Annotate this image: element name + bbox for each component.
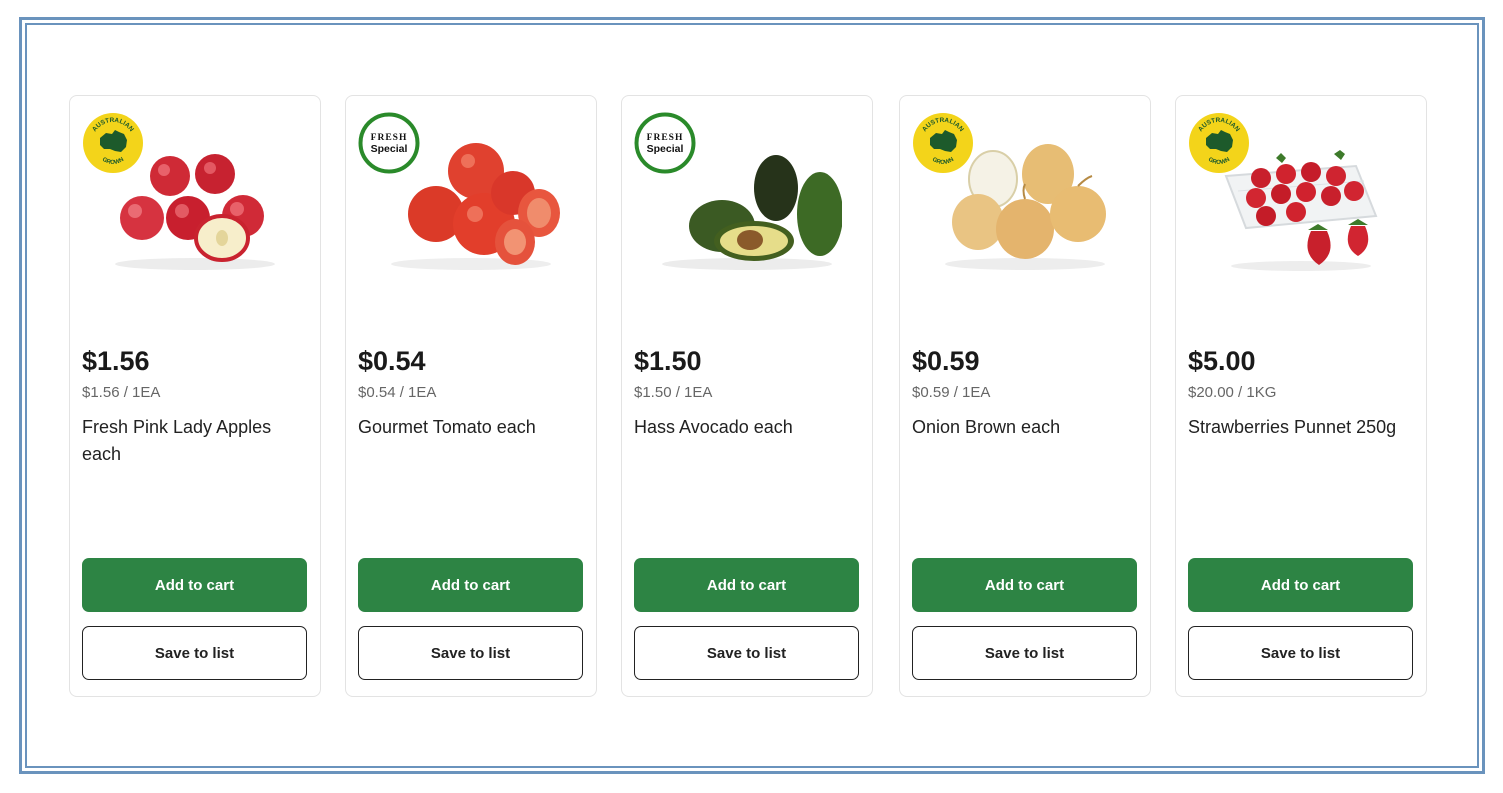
add-to-cart-button[interactable]: Add to cart: [912, 558, 1137, 612]
unit-price: $0.59 / 1EA: [912, 384, 991, 401]
unit-price: $20.00 / 1KG: [1188, 384, 1277, 401]
product-card[interactable]: AUSTRALIAN GROWN $5.00 $20.00 / 1KG Stra…: [1175, 95, 1427, 697]
product-price: $1.50: [634, 346, 702, 376]
product-name[interactable]: Gourmet Tomato each: [358, 414, 583, 441]
onions-image: [945, 144, 1106, 270]
add-to-cart-button[interactable]: Add to cart: [358, 558, 583, 612]
product-price: $5.00: [1188, 346, 1256, 376]
strawberries-image: [1224, 150, 1378, 271]
product-name[interactable]: Strawberries Punnet 250g: [1188, 414, 1413, 441]
product-name[interactable]: Hass Avocado each: [634, 414, 859, 441]
save-to-list-button[interactable]: Save to list: [634, 626, 859, 680]
product-grid: AUSTRALIAN GROWN $1.56 $1.56 / 1EA Fresh…: [69, 95, 1427, 697]
unit-price: $0.54 / 1EA: [358, 384, 437, 401]
apples-image: [115, 154, 275, 270]
product-card[interactable]: AUSTRALIAN GROWN $0.59 $0.59 / 1EA Onion…: [899, 95, 1151, 697]
save-to-list-button[interactable]: Save to list: [358, 626, 583, 680]
product-card[interactable]: FRESH Special $0.54 $0.54 / 1EA Gourmet …: [345, 95, 597, 697]
tomatoes-image: [391, 143, 560, 270]
avocados-image: [662, 155, 842, 270]
unit-price: $1.56 / 1EA: [82, 384, 161, 401]
add-to-cart-button[interactable]: Add to cart: [1188, 558, 1413, 612]
product-name[interactable]: Fresh Pink Lady Apples each: [82, 414, 307, 468]
product-price: $0.59: [912, 346, 980, 376]
product-card[interactable]: FRESH Special $1.50 $1.50 / 1EA Hass Avo…: [621, 95, 873, 697]
product-name[interactable]: Onion Brown each: [912, 414, 1137, 441]
save-to-list-button[interactable]: Save to list: [912, 626, 1137, 680]
product-price: $0.54: [358, 346, 426, 376]
unit-price: $1.50 / 1EA: [634, 384, 713, 401]
product-card[interactable]: AUSTRALIAN GROWN $1.56 $1.56 / 1EA Fresh…: [69, 95, 321, 697]
save-to-list-button[interactable]: Save to list: [1188, 626, 1413, 680]
product-price: $1.56: [82, 346, 150, 376]
add-to-cart-button[interactable]: Add to cart: [82, 558, 307, 612]
add-to-cart-button[interactable]: Add to cart: [634, 558, 859, 612]
save-to-list-button[interactable]: Save to list: [82, 626, 307, 680]
